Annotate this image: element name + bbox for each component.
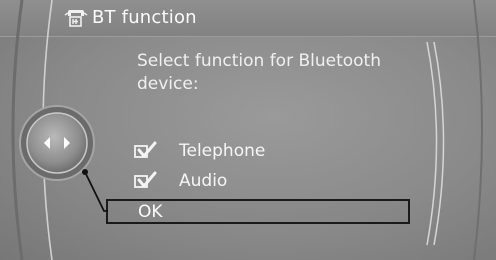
checkbox-checked-icon xyxy=(134,141,157,158)
bezel-arc-outer xyxy=(11,0,24,260)
scroll-track-outline xyxy=(433,41,445,246)
title-bar: BT function xyxy=(0,0,496,37)
bezel-arc-right xyxy=(473,0,483,260)
option-telephone[interactable]: Telephone xyxy=(133,139,265,163)
option-label: Audio xyxy=(179,171,228,191)
page-title: BT function xyxy=(92,7,197,28)
prompt-text: Select function for Bluetooth device: xyxy=(137,51,382,94)
bt-settings-icon xyxy=(64,10,88,27)
idrive-screen: BT function Select function for Bluetoot… xyxy=(0,0,496,260)
option-label: Telephone xyxy=(179,141,266,161)
bezel-arc-inner xyxy=(42,0,53,260)
arrow-left-icon xyxy=(44,137,50,149)
ok-label: OK xyxy=(138,202,163,222)
ok-button[interactable]: OK xyxy=(106,199,410,224)
arrow-right-icon xyxy=(64,137,70,149)
option-audio[interactable]: Audio xyxy=(133,169,227,193)
checkbox-checked-icon xyxy=(134,171,157,188)
scroll-track-outline xyxy=(426,41,438,246)
